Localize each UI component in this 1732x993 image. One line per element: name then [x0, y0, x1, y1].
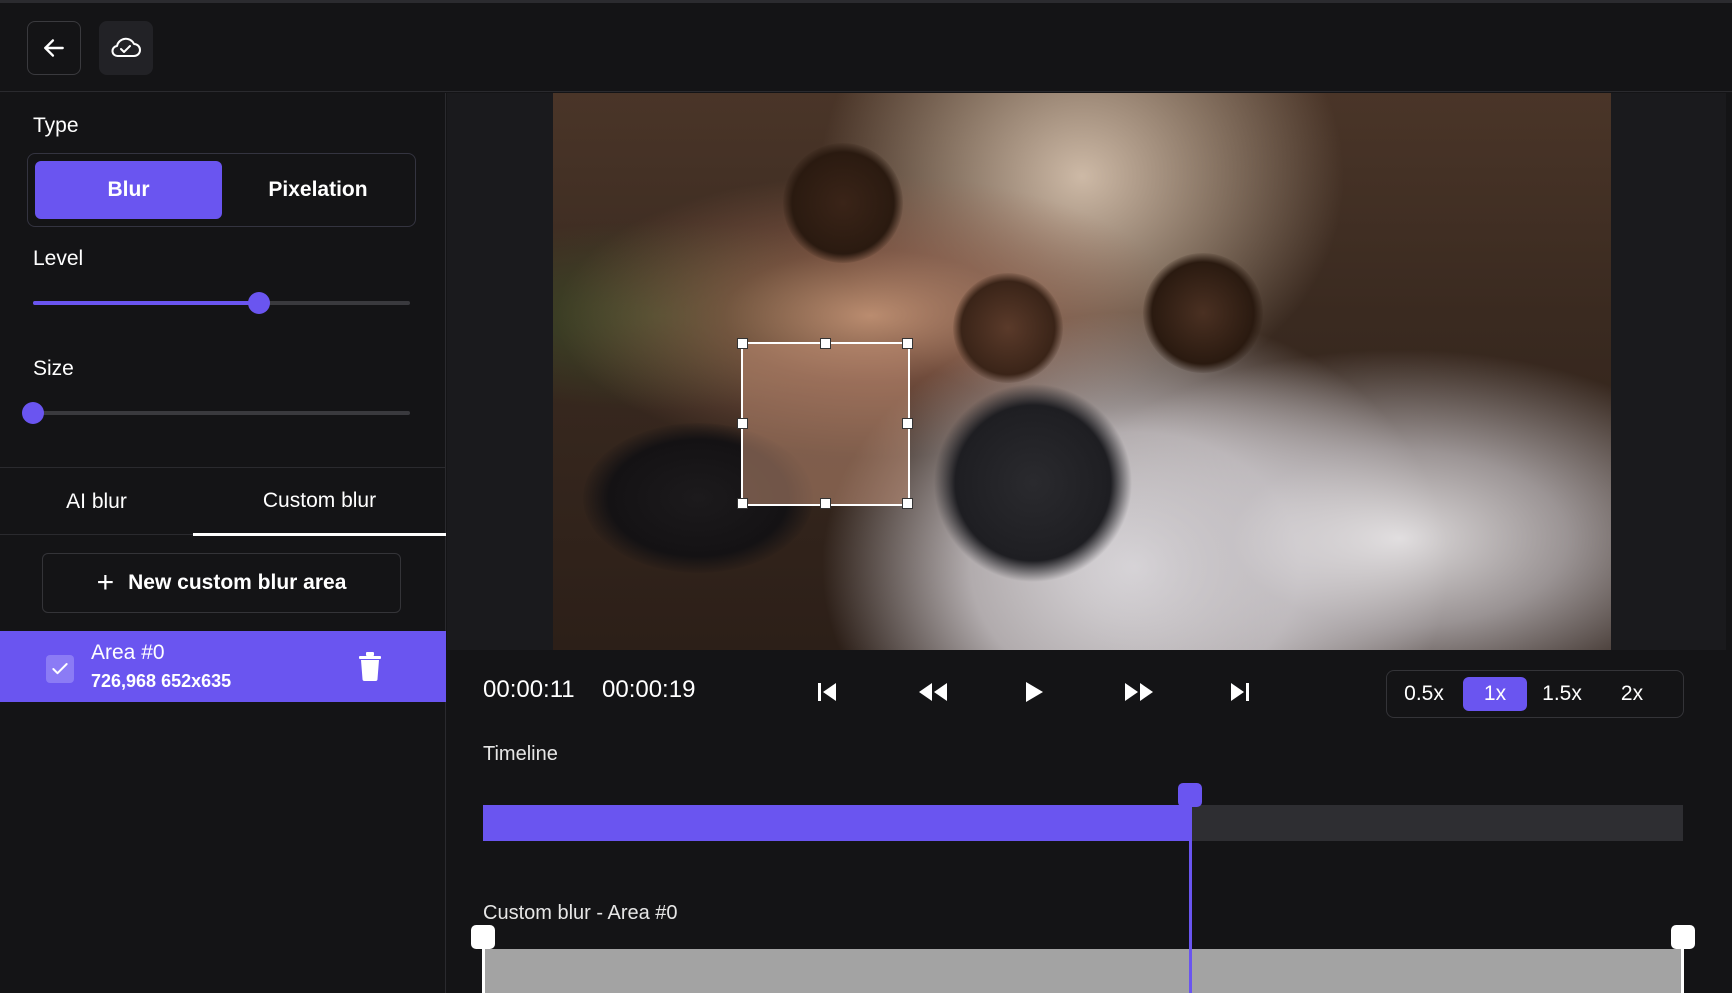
resize-handle[interactable]: [902, 338, 913, 349]
speed-option[interactable]: 2x: [1601, 677, 1663, 711]
type-toggle: Blur Pixelation: [27, 153, 416, 227]
tab-custom-blur[interactable]: Custom blur: [193, 468, 446, 536]
size-slider[interactable]: [22, 402, 410, 424]
video-preview-area: [447, 93, 1732, 650]
list-item[interactable]: Area #0 726,968 652x635: [0, 631, 446, 702]
level-slider[interactable]: [33, 292, 410, 314]
player-controls: 00:00:11 00:00:19 0.5x 1x 1.5x 2x: [447, 650, 1732, 740]
cloud-check-icon: [111, 37, 141, 57]
type-pixelation-button[interactable]: Pixelation: [227, 161, 409, 219]
new-custom-blur-area-button[interactable]: + New custom blur area: [42, 553, 401, 613]
type-blur-button[interactable]: Blur: [35, 161, 222, 219]
level-slider-fill: [33, 301, 260, 305]
resize-handle[interactable]: [737, 498, 748, 509]
person-head-shape: [1143, 253, 1263, 373]
tab-ai-blur[interactable]: AI blur: [0, 468, 193, 536]
speed-option[interactable]: 1x: [1463, 677, 1527, 711]
blur-settings-sidebar: Type Blur Pixelation Level Size AI blur …: [0, 93, 446, 993]
area-checkbox[interactable]: [46, 655, 74, 683]
blur-mode-tabs: AI blur Custom blur: [0, 467, 446, 536]
back-button[interactable]: [27, 21, 81, 75]
check-icon: [52, 663, 68, 675]
area-dimensions: 726,968 652x635: [91, 671, 232, 691]
level-label: Level: [33, 247, 84, 270]
skip-end-button[interactable]: [1220, 672, 1260, 712]
resize-handle[interactable]: [737, 418, 748, 429]
person-head-shape: [783, 143, 903, 263]
plus-icon: +: [96, 566, 115, 599]
skip-start-button[interactable]: [807, 672, 847, 712]
play-button[interactable]: [1014, 672, 1054, 712]
playback-speed-selector: 0.5x 1x 1.5x 2x: [1386, 670, 1684, 718]
resize-handle[interactable]: [819, 338, 831, 349]
fast-forward-icon: [1125, 683, 1153, 701]
timeline-track[interactable]: [483, 805, 1683, 841]
timeline-label: Timeline: [483, 743, 558, 765]
speed-option[interactable]: 1.5x: [1531, 677, 1593, 711]
size-slider-thumb[interactable]: [22, 402, 44, 424]
arrow-left-icon: [44, 39, 64, 57]
rewind-icon: [919, 683, 947, 701]
area-name: Area #0: [91, 641, 165, 664]
range-start-handle[interactable]: [471, 925, 495, 949]
speed-option[interactable]: 0.5x: [1393, 677, 1455, 711]
video-frame: [553, 93, 1611, 650]
level-slider-thumb[interactable]: [248, 292, 271, 314]
skip-end-icon: [1231, 683, 1249, 701]
range-end-handle[interactable]: [1671, 925, 1695, 949]
current-time: 00:00:11: [483, 676, 575, 703]
skip-start-icon: [818, 683, 836, 701]
timeline-progress: [483, 805, 1190, 841]
person-head-shape: [953, 273, 1063, 383]
size-label: Size: [33, 357, 74, 380]
playhead-handle[interactable]: [1177, 783, 1202, 807]
top-bar: [0, 0, 1732, 92]
range-end-line: [1681, 945, 1684, 993]
total-time: 00:00:19: [602, 676, 696, 703]
cloud-save-button[interactable]: [99, 21, 153, 75]
custom-blur-area-box[interactable]: [737, 338, 913, 509]
resize-handle[interactable]: [737, 338, 748, 349]
resize-handle[interactable]: [902, 418, 913, 429]
range-start-line: [482, 945, 485, 993]
rewind-button[interactable]: [913, 672, 953, 712]
scrollbar[interactable]: [1726, 93, 1732, 650]
type-label: Type: [33, 114, 79, 137]
resize-handle[interactable]: [902, 498, 913, 509]
custom-blur-area-track[interactable]: [483, 949, 1683, 993]
custom-blur-track-label: Custom blur - Area #0: [483, 902, 678, 924]
playhead-line: [1188, 794, 1192, 993]
new-area-label: New custom blur area: [128, 571, 347, 594]
resize-handle[interactable]: [819, 498, 831, 509]
person-body-shape: [933, 383, 1133, 583]
trash-icon[interactable]: [357, 651, 383, 681]
editor-main: 00:00:11 00:00:19 0.5x 1x 1.5x 2x Timeli…: [447, 93, 1732, 993]
play-icon: [1026, 682, 1043, 702]
fast-forward-button[interactable]: [1119, 672, 1159, 712]
